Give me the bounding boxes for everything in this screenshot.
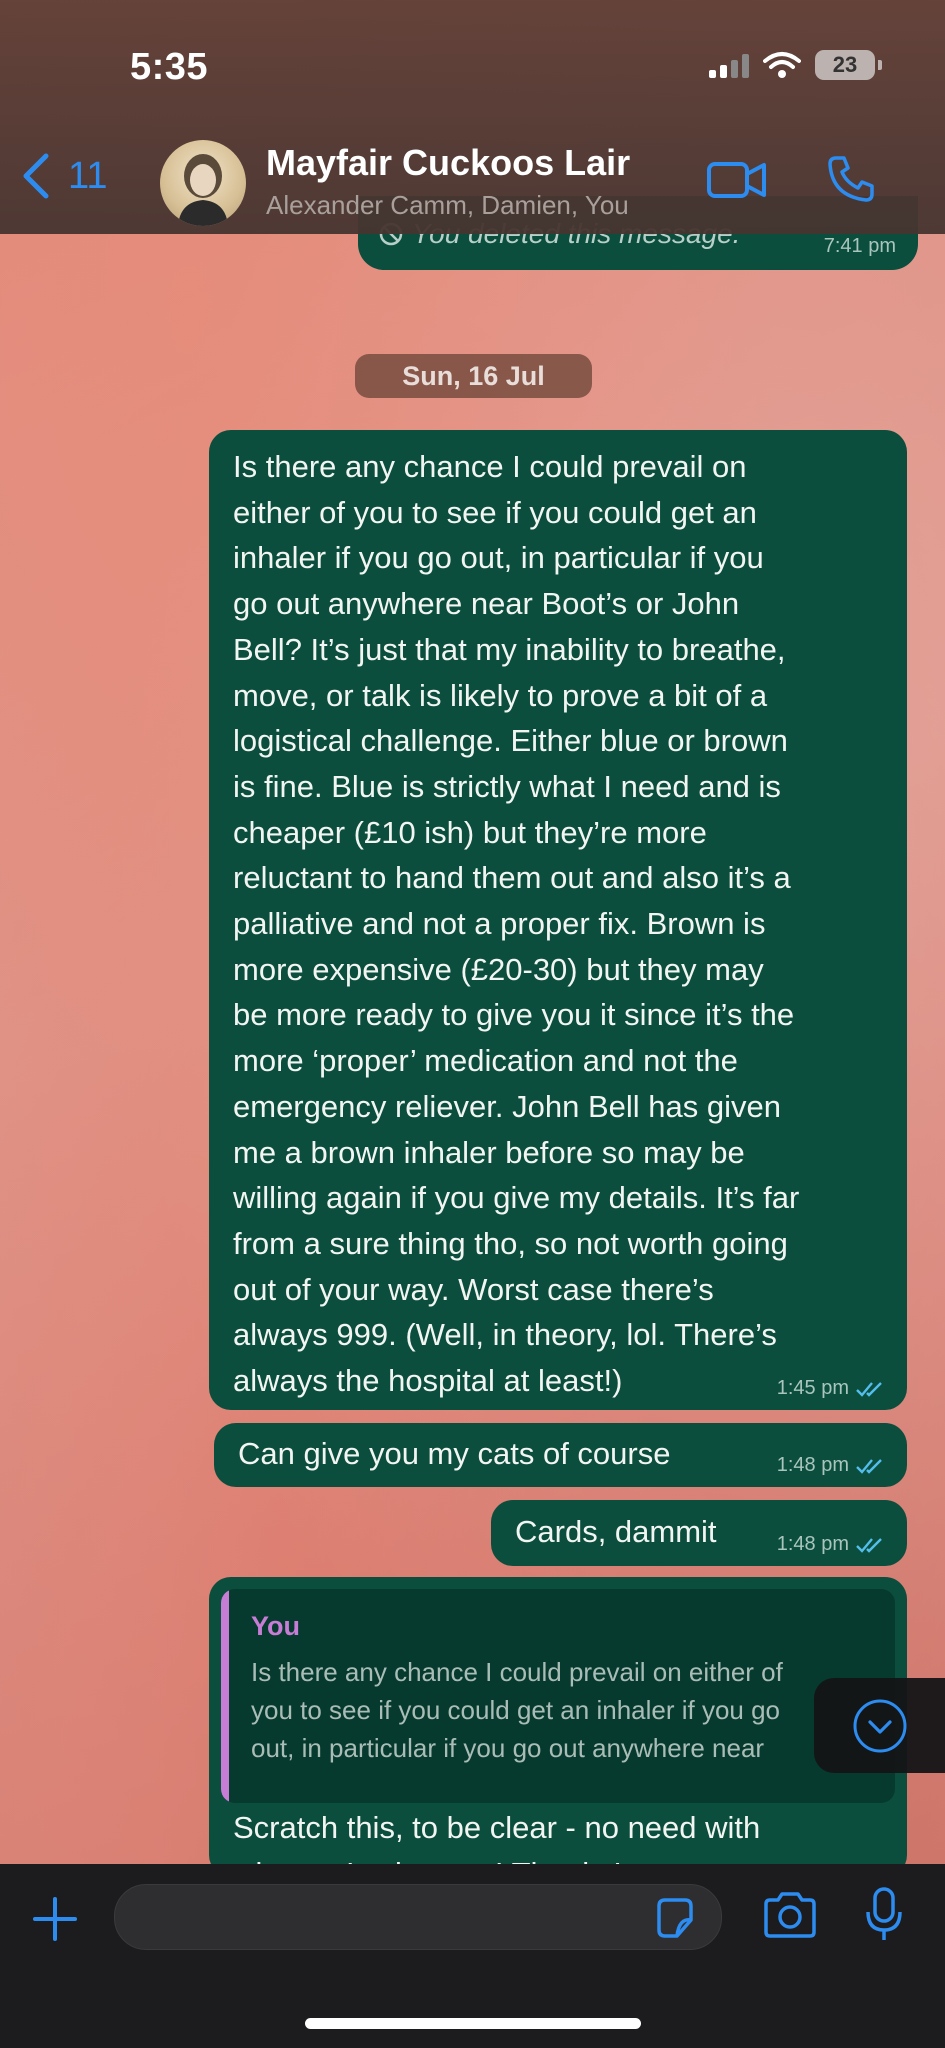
chat-header: 5:35 23 11 Mayfair Cuckoos Lair Alexande… <box>0 0 945 234</box>
message-time: 7:41 pm <box>823 235 896 257</box>
microphone-icon <box>866 1887 902 1940</box>
chat-members[interactable]: Alexander Camm, Damien, You <box>266 190 629 221</box>
quote-text: Is there any chance I could prevail on e… <box>251 1657 783 1763</box>
home-indicator[interactable] <box>305 2018 641 2029</box>
read-ticks-icon <box>856 1458 882 1474</box>
sticker-icon <box>657 1898 693 1938</box>
camera-icon <box>764 1892 816 1938</box>
message-time: 1:45 pm <box>776 1377 849 1399</box>
phone-icon <box>828 156 874 202</box>
video-call-button[interactable] <box>706 158 768 207</box>
status-time: 5:35 <box>130 46 209 88</box>
voice-call-button[interactable] <box>826 154 876 209</box>
chevron-down-circle-icon <box>853 1699 906 1752</box>
composer-bar <box>0 1864 945 2048</box>
scroll-to-bottom-button[interactable] <box>814 1678 945 1773</box>
quoted-message[interactable]: You Is there any chance I could prevail … <box>221 1589 895 1803</box>
battery-icon: 23 <box>815 50 882 80</box>
message-text: Cards, dammit <box>515 1514 717 1549</box>
camera-button[interactable] <box>762 1890 818 1945</box>
message-bubble-reply[interactable]: You Is there any chance I could prevail … <box>209 1577 907 1891</box>
signal-icon <box>709 52 749 78</box>
unread-count: 11 <box>68 154 108 197</box>
message-text: Scratch this, to be clear - no need with <box>233 1810 761 1845</box>
read-ticks-icon <box>856 1381 882 1397</box>
quote-author: You <box>251 1611 300 1641</box>
message-input[interactable] <box>114 1884 722 1950</box>
message-text: Is there any chance I could prevail on e… <box>233 449 800 1399</box>
status-icons: 23 <box>709 50 882 80</box>
message-bubble-cards[interactable]: Cards, dammit 1:48 pm <box>491 1500 907 1566</box>
message-bubble-cats[interactable]: Can give you my cats of course 1:48 pm <box>214 1423 907 1487</box>
quote-accent-bar <box>221 1589 229 1803</box>
plus-icon <box>33 1897 77 1941</box>
date-separator: Sun, 16 Jul <box>355 354 592 398</box>
message-bubble-inhaler-request[interactable]: Is there any chance I could prevail on e… <box>209 430 907 1410</box>
message-time: 1:48 pm <box>776 1533 849 1555</box>
read-ticks-icon <box>856 1537 882 1553</box>
group-avatar[interactable] <box>160 140 246 226</box>
attach-button[interactable] <box>32 1896 78 1947</box>
sticker-button[interactable] <box>653 1896 697 1945</box>
back-button[interactable]: 11 <box>20 152 107 200</box>
chevron-left-icon <box>23 153 49 199</box>
video-camera-icon <box>707 162 766 198</box>
portrait-image <box>178 154 228 226</box>
chat-title[interactable]: Mayfair Cuckoos Lair <box>266 142 630 184</box>
wifi-icon <box>763 52 801 78</box>
message-time: 1:48 pm <box>776 1454 849 1476</box>
message-text: Can give you my cats of course <box>238 1436 671 1471</box>
microphone-button[interactable] <box>864 1886 904 1949</box>
